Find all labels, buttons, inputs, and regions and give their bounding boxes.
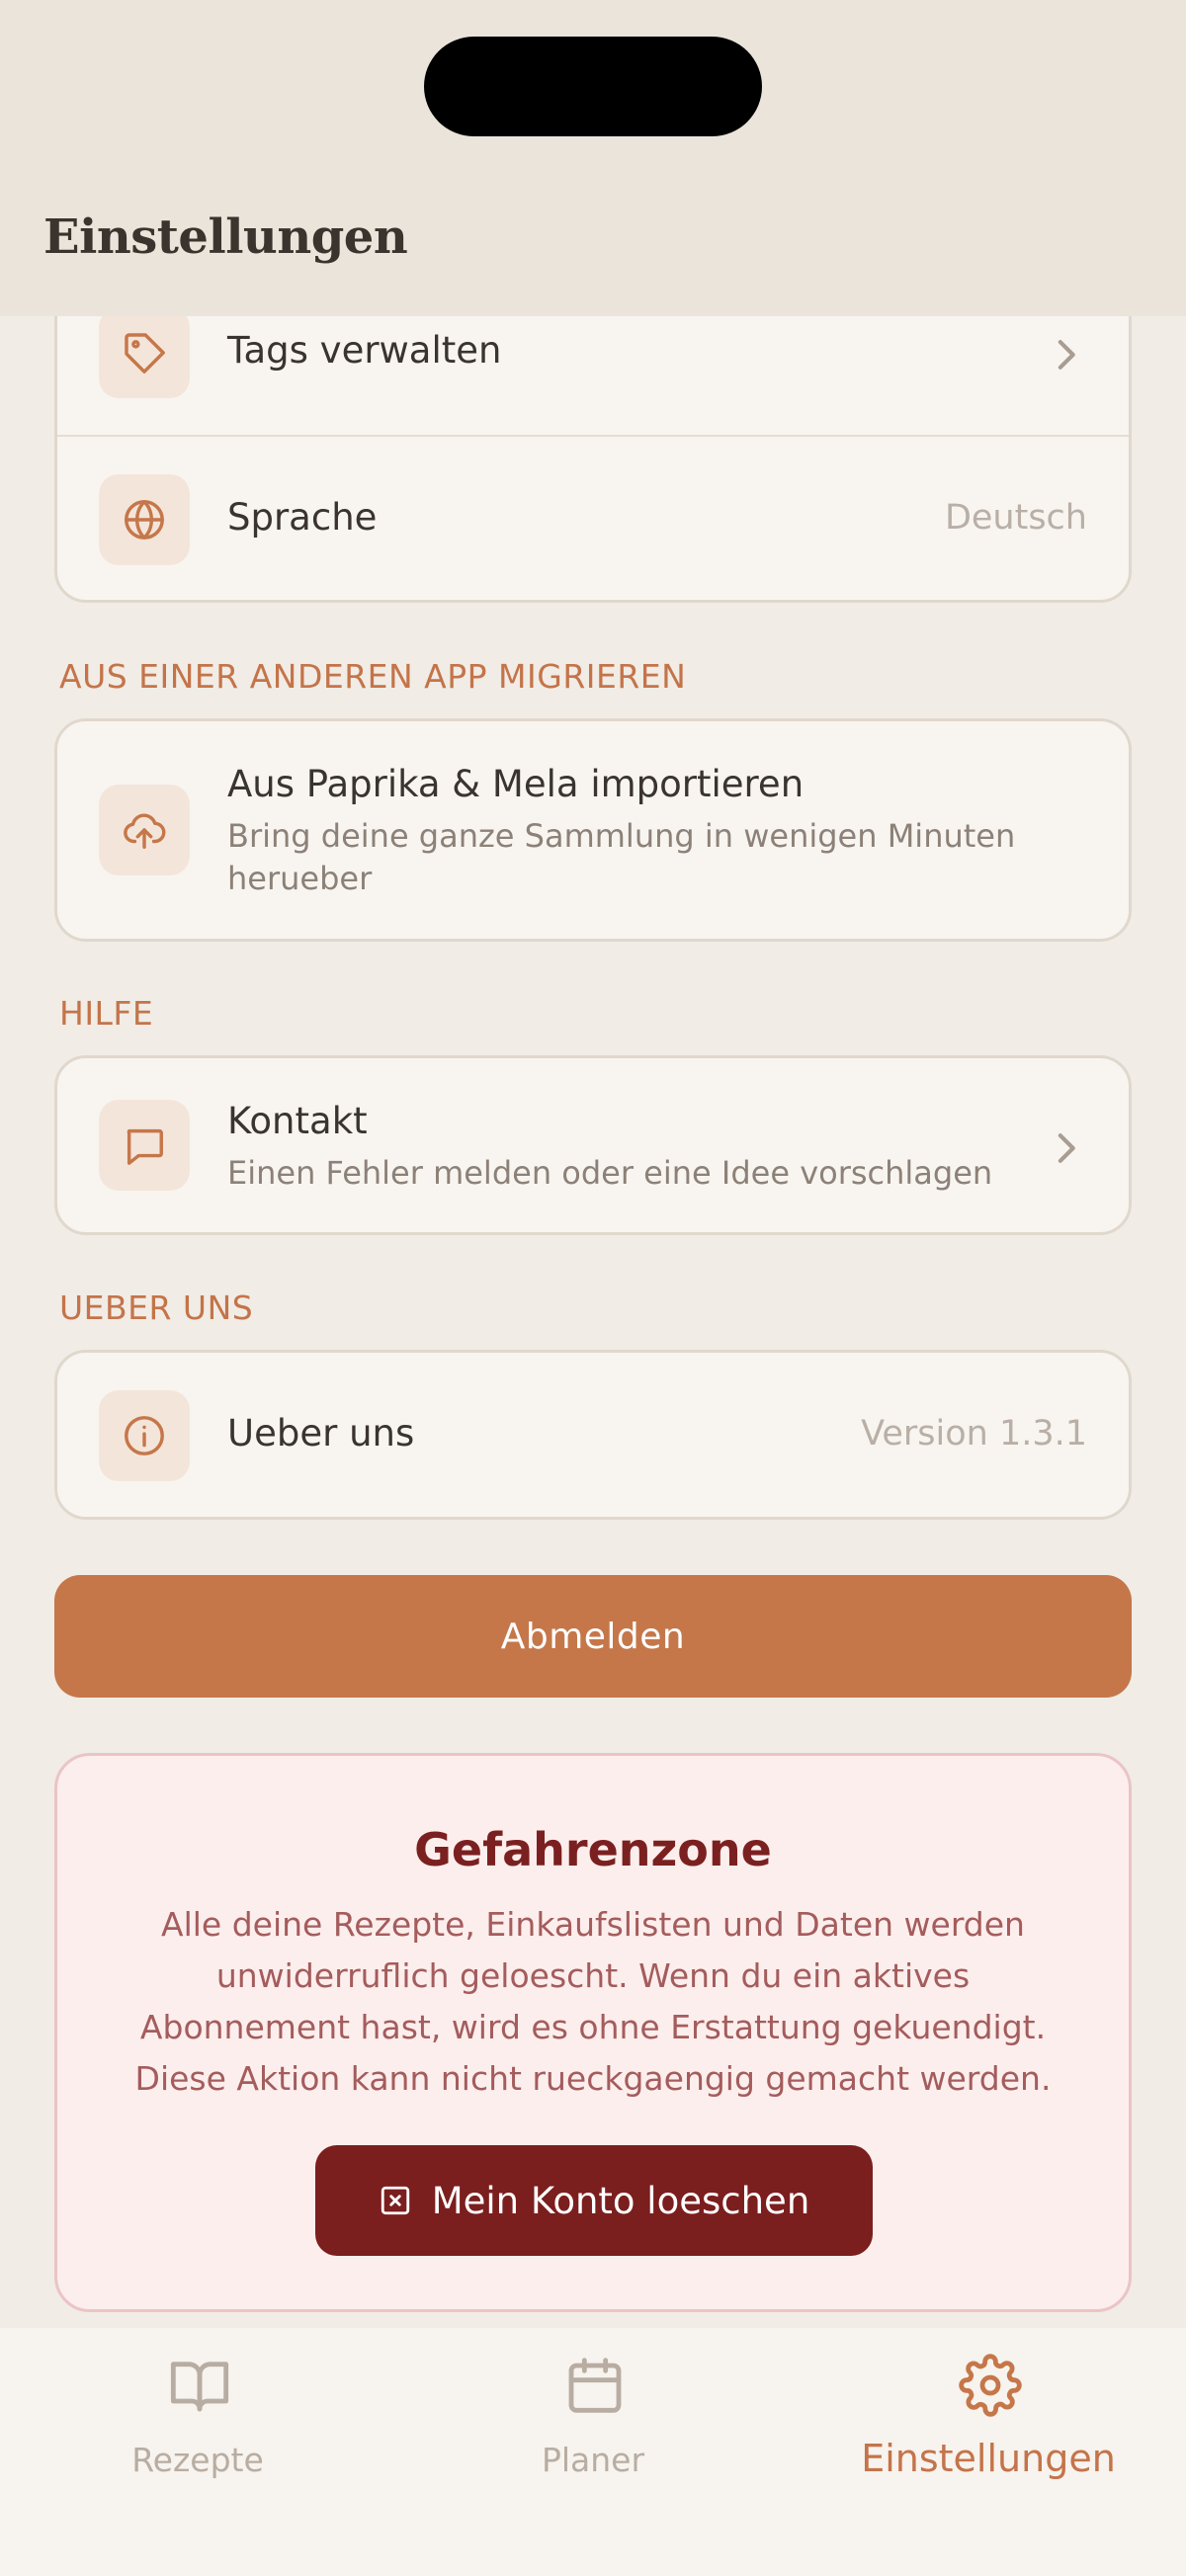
message-icon [99, 1100, 190, 1191]
contact-subtitle: Einen Fehler melden oder eine Idee vorsc… [227, 1154, 993, 1192]
about-card[interactable]: Ueber uns Version 1.3.1 [54, 1350, 1132, 1520]
danger-zone-text: Alle deine Rezepte, Einkaufslisten und D… [134, 1905, 1052, 2098]
chevron-right-icon [1058, 340, 1075, 370]
delete-account-label: Mein Konto loeschen [431, 2179, 810, 2222]
import-label: Aus Paprika & Mela importieren [227, 763, 805, 805]
app-header: Einstellungen [0, 0, 1186, 316]
contact-card[interactable]: Kontakt Einen Fehler melden oder eine Id… [54, 1055, 1132, 1235]
contact-label: Kontakt [227, 1100, 368, 1142]
language-row[interactable]: Sprache Deutsch [57, 437, 1129, 600]
tag-icon [99, 307, 190, 398]
dynamic-island [424, 37, 762, 136]
about-label: Ueber uns [227, 1412, 415, 1454]
section-label-help: HILFE [59, 994, 154, 1033]
tab-label: Planer [541, 2441, 645, 2479]
import-card[interactable]: Aus Paprika & Mela importieren Bring dei… [54, 718, 1132, 942]
gear-icon [959, 2354, 1022, 2417]
chevron-right-icon [1058, 1133, 1075, 1163]
info-icon [99, 1390, 190, 1481]
tab-planer[interactable]: Planer [395, 2328, 791, 2576]
tab-rezepte[interactable]: Rezepte [0, 2328, 395, 2576]
calendar-icon [568, 2358, 622, 2413]
page-title: Einstellungen [43, 209, 408, 265]
tab-label: Rezepte [131, 2441, 264, 2479]
tab-einstellungen[interactable]: Einstellungen [791, 2328, 1186, 2576]
language-value: Deutsch [944, 498, 1087, 538]
delete-account-button[interactable]: Mein Konto loeschen [315, 2145, 873, 2256]
logout-button[interactable]: Abmelden [54, 1575, 1132, 1698]
import-subtitle: Bring deine ganze Sammlung in wenigen Mi… [227, 817, 1016, 897]
section-label-about: UEBER UNS [59, 1288, 254, 1327]
section-label-migrate: AUS EINER ANDEREN APP MIGRIEREN [59, 657, 687, 696]
language-label: Sprache [227, 496, 378, 539]
danger-zone-title: Gefahrenzone [414, 1823, 772, 1876]
x-square-icon [381, 2186, 409, 2215]
cloud-upload-icon [99, 785, 190, 875]
version-value: Version 1.3.1 [861, 1414, 1087, 1454]
danger-zone-card: Gefahrenzone Alle deine Rezepte, Einkauf… [54, 1753, 1132, 2312]
globe-icon [99, 474, 190, 565]
tab-bar: Rezepte Planer Einstellungen [0, 2328, 1186, 2576]
tags-label: Tags verwalten [227, 329, 502, 372]
book-open-icon [170, 2362, 229, 2412]
tab-label: Einstellungen [861, 2437, 1116, 2480]
